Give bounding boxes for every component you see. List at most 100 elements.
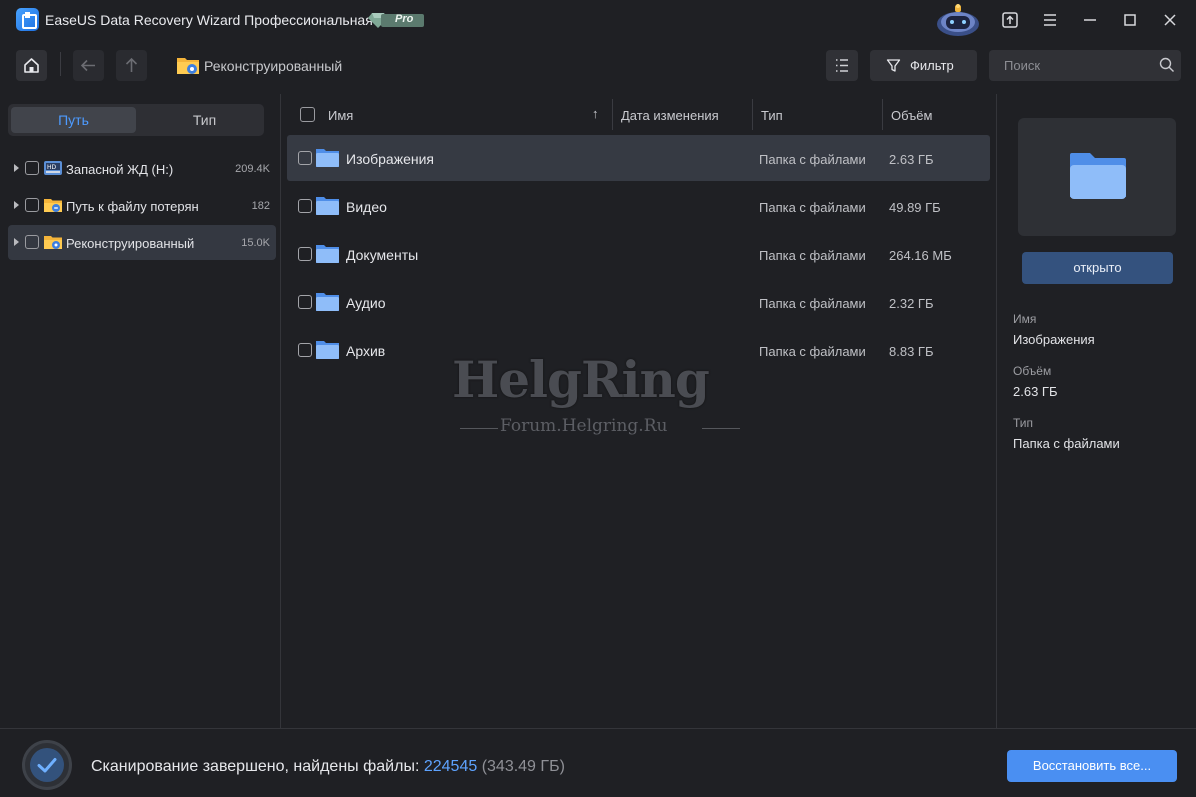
row-size: 264.16 МБ [889, 248, 952, 263]
table-row[interactable]: Изображения Папка с файлами 2.63 ГБ [287, 135, 990, 181]
sidebar-item-reconstructed[interactable]: Реконструированный 15.0K [8, 225, 276, 260]
sidebar-item-label: Путь к файлу потерян [66, 199, 199, 214]
status-bar: Сканирование завершено, найдены файлы: 2… [0, 728, 1196, 797]
row-name: Изображения [346, 151, 434, 167]
home-button[interactable] [16, 50, 47, 81]
column-header-modified[interactable]: Дата изменения [621, 108, 719, 123]
watermark-subtitle: Forum.Helgring.Ru [500, 416, 668, 436]
row-name: Видео [346, 199, 387, 215]
view-mode-switch: Путь Тип [8, 104, 264, 136]
column-divider[interactable] [882, 99, 883, 130]
watermark-line [460, 428, 498, 429]
column-divider[interactable] [752, 99, 753, 130]
sort-ascending-icon[interactable]: ↑ [592, 106, 599, 121]
folder-icon [316, 341, 339, 359]
maximize-icon[interactable] [1119, 9, 1141, 31]
open-button[interactable]: открыто [1022, 252, 1173, 284]
sidebar: Путь Тип HD Запасной ЖД (H:) 209.4K Путь… [0, 94, 281, 728]
table-row[interactable]: Видео Папка с файлами 49.89 ГБ [287, 183, 990, 229]
scan-status-text: Сканирование завершено, найдены файлы: [91, 758, 420, 775]
svg-text:HD: HD [47, 164, 57, 171]
folder-icon [316, 245, 339, 263]
watermark-title: HelgRing [452, 350, 710, 409]
detail-type-value: Папка с файлами [1013, 436, 1120, 451]
upload-icon[interactable] [999, 9, 1021, 31]
reconstructed-folder-icon [44, 236, 62, 249]
table-row[interactable]: Аудио Папка с файлами 2.32 ГБ [287, 279, 990, 325]
expand-arrow-icon[interactable] [14, 164, 19, 172]
detail-size-value: 2.63 ГБ [1013, 384, 1058, 399]
sidebar-item-spare-drive[interactable]: HD Запасной ЖД (H:) 209.4K [8, 151, 276, 186]
sidebar-item-checkbox[interactable] [25, 235, 39, 249]
breadcrumb: Реконструированный [204, 58, 343, 74]
row-name: Аудио [346, 295, 386, 311]
column-divider[interactable] [612, 99, 613, 130]
row-checkbox[interactable] [298, 343, 312, 357]
filter-button[interactable]: Фильтр [870, 50, 977, 81]
row-size: 8.83 ГБ [889, 344, 934, 359]
sidebar-item-checkbox[interactable] [25, 198, 39, 212]
minimize-icon[interactable] [1079, 9, 1101, 31]
row-size: 49.89 ГБ [889, 200, 941, 215]
arrow-up-icon [125, 57, 138, 72]
pro-badge: Pro [368, 12, 424, 29]
tab-path[interactable]: Путь [11, 107, 136, 133]
menu-icon[interactable] [1039, 9, 1061, 31]
sidebar-item-label: Запасной ЖД (H:) [66, 162, 174, 177]
toolbar-divider [60, 52, 61, 76]
found-total-size: (343.49 ГБ) [481, 758, 565, 775]
preview-box [1018, 118, 1176, 236]
sidebar-item-label: Реконструированный [66, 236, 195, 251]
scan-status: Сканирование завершено, найдены файлы: 2… [91, 758, 565, 776]
detail-size-label: Объём [1013, 364, 1052, 378]
detail-name-label: Имя [1013, 312, 1037, 326]
up-button[interactable] [116, 50, 147, 81]
expand-arrow-icon[interactable] [14, 238, 19, 246]
row-size: 2.63 ГБ [889, 152, 934, 167]
list-view-icon [836, 59, 848, 72]
row-checkbox[interactable] [298, 295, 312, 309]
search-input[interactable] [989, 50, 1181, 81]
table-row[interactable]: Документы Папка с файлами 264.16 МБ [287, 231, 990, 277]
lost-folder-icon [44, 199, 62, 212]
close-icon[interactable] [1159, 9, 1181, 31]
title-bar: EaseUS Data Recovery Wizard Профессионал… [0, 0, 1196, 40]
back-button[interactable] [73, 50, 104, 81]
tab-type[interactable]: Тип [142, 107, 267, 133]
row-type: Папка с файлами [759, 296, 866, 311]
select-all-checkbox[interactable] [300, 107, 315, 122]
table-header: Имя ↑ Дата изменения Тип Объём [281, 94, 996, 135]
home-icon [24, 58, 39, 73]
details-panel: открыто Имя Изображения Объём 2.63 ГБ Ти… [996, 94, 1196, 728]
row-type: Папка с файлами [759, 344, 866, 359]
row-type: Папка с файлами [759, 248, 866, 263]
expand-arrow-icon[interactable] [14, 201, 19, 209]
row-checkbox[interactable] [298, 247, 312, 261]
search-icon[interactable] [1159, 57, 1175, 73]
watermark-line [702, 428, 740, 429]
app-logo-icon [16, 8, 39, 31]
folder-icon [316, 293, 339, 311]
assistant-robot-icon[interactable] [935, 2, 981, 38]
row-checkbox[interactable] [298, 199, 312, 213]
column-header-type[interactable]: Тип [761, 108, 783, 123]
sidebar-item-lost-path[interactable]: Путь к файлу потерян 182 [8, 188, 276, 223]
filter-label: Фильтр [910, 58, 954, 73]
pro-badge-label: Pro [395, 13, 414, 25]
folder-icon [316, 149, 339, 167]
sidebar-item-count: 15.0K [241, 237, 270, 249]
row-checkbox[interactable] [298, 151, 312, 165]
drive-icon: HD [44, 161, 62, 175]
column-header-size[interactable]: Объём [891, 108, 932, 123]
row-name: Документы [346, 247, 419, 263]
app-title: EaseUS Data Recovery Wizard Профессионал… [45, 12, 373, 28]
column-header-name[interactable]: Имя [328, 108, 353, 123]
row-type: Папка с файлами [759, 200, 866, 215]
sidebar-item-checkbox[interactable] [25, 161, 39, 175]
recover-all-button[interactable]: Восстановить все... [1007, 750, 1177, 782]
scan-complete-indicator [22, 740, 72, 790]
sidebar-item-count: 182 [251, 200, 270, 212]
list-view-button[interactable] [826, 50, 858, 81]
row-type: Папка с файлами [759, 152, 866, 167]
folder-icon [1070, 153, 1126, 199]
